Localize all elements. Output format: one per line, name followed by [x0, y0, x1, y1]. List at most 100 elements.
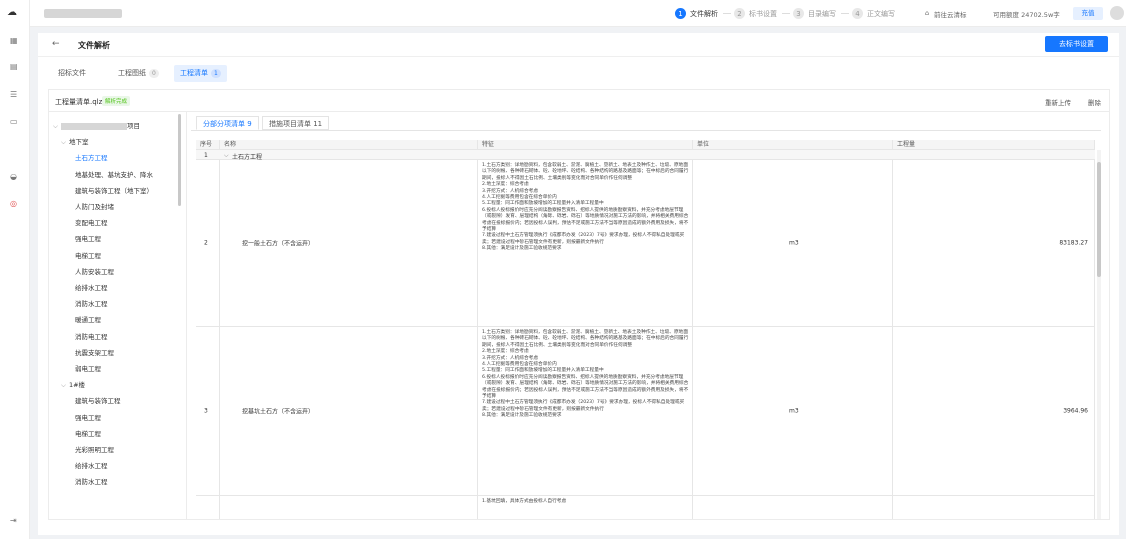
avatar[interactable] [1110, 6, 1124, 20]
step-body-writing[interactable]: 4 正文编写 [852, 8, 895, 19]
tree-item[interactable]: 地基处理、基坑支护、降水 [75, 169, 153, 179]
header-feature: 特征 [478, 140, 693, 150]
table-row[interactable]: 3 挖基坑土石方（不含运弃） 1.土石方类别：详地勘资料，包含软弱土、淤泥、腐植土、… [196, 327, 1095, 496]
cell-name: 挖基坑土石方（不含运弃） [220, 327, 478, 495]
recharge-button[interactable]: 充值 [1073, 7, 1103, 20]
qty-value: 83183.27 [1059, 239, 1088, 247]
tab-measures[interactable]: 措施项目清单 11 [262, 116, 330, 130]
cell-feature: 1.基坑回填，具体方式由投标人自行考虑 [478, 496, 693, 519]
header-unit: 单位 [693, 140, 893, 150]
cloud-link[interactable]: 前往云清标 [934, 9, 967, 19]
cloud-link-icon[interactable]: ⌂ [925, 9, 929, 17]
cell-unit: m3 [693, 327, 893, 495]
tab-tender-file[interactable]: 招标文件 [58, 65, 86, 82]
grid-nav-icon[interactable]: ▦ [10, 36, 18, 45]
step-connector [723, 13, 731, 14]
tree-item-label: 强电工程 [75, 413, 101, 422]
step-connector [841, 13, 849, 14]
tree-item-label: 消防电工程 [75, 332, 108, 341]
chevron-down-icon[interactable]: ⌵ [61, 381, 66, 389]
box-nav-icon[interactable]: ▭ [10, 117, 18, 126]
delete-link[interactable]: 删除 [1088, 97, 1101, 107]
tree-item[interactable]: 暖通工程 [75, 314, 101, 324]
tab-drawings[interactable]: 工程图纸 0 [118, 65, 159, 82]
bag-nav-icon[interactable]: ◒ [10, 172, 17, 181]
go-bid-settings-button[interactable]: 去标书设置 [1045, 36, 1108, 52]
tree-item[interactable]: 建筑与装饰工程 [75, 395, 121, 405]
chevron-down-icon[interactable]: ⌵ [61, 138, 66, 146]
tree-item-label: 强电工程 [75, 235, 101, 244]
tree-item[interactable]: 建筑与装饰工程（地下室） [75, 185, 153, 195]
table-row[interactable]: 1.基坑回填，具体方式由投标人自行考虑 [196, 496, 1095, 519]
document-nav-icon[interactable]: ▤ [10, 62, 18, 71]
tab-bill-of-quantities[interactable]: 工程清单 1 [174, 65, 227, 82]
tree-item[interactable]: 消防电工程 [75, 331, 108, 341]
cell-feature: 1.土石方类别：详地勘资料，包含软弱土、淤泥、腐植土、垦新土、地表土及种作土、垃… [478, 160, 693, 326]
category-tree: ⌵ 项目 ⌵ 地下室土石方工程地基处理、基坑支护、降水 建筑与装饰工程（地下室） 人防门及… [49, 112, 187, 519]
main-panel: ← 文件解析 去标书设置 招标文件 工程图纸 0 工程清单 1 工程量清单.qlz … [38, 33, 1119, 535]
chevron-down-icon[interactable]: ⌵ [224, 152, 229, 160]
tree-item[interactable]: 消防水工程 [75, 476, 108, 486]
tree-item[interactable]: 电梯工程 [75, 250, 101, 260]
tree-item[interactable]: ⌵ 项目 [53, 120, 140, 131]
app-logo-icon[interactable]: ☁ [7, 7, 17, 18]
reupload-link[interactable]: 重新上传 [1045, 97, 1071, 107]
tree-item[interactable]: ⌵ 地下室 [61, 136, 88, 147]
tree-item-label: 抗震支架工程 [75, 348, 114, 357]
tree-item[interactable]: 电梯工程 [75, 428, 101, 438]
tree-item[interactable]: 给排水工程 [75, 460, 108, 470]
chevron-down-icon[interactable]: ⌵ [53, 122, 58, 130]
scrollbar-thumb[interactable] [1097, 162, 1101, 277]
tree-item-label: 光彩照明工程 [75, 446, 114, 454]
expand-nav-icon[interactable]: ⇥ [10, 516, 17, 525]
table-scrollbar[interactable] [1097, 150, 1101, 519]
tree-item[interactable]: 光彩照明工程 [75, 444, 114, 454]
tree-item-label: 地基处理、基坑支护、降水 [75, 170, 153, 179]
alert-nav-icon[interactable]: ◎ [10, 199, 17, 208]
step-file-parse[interactable]: 1 文件解析 [675, 8, 718, 19]
tree-item[interactable]: 变配电工程 [75, 217, 108, 227]
file-bar: 工程量清单.qlz 解析完成 重新上传 删除 [48, 89, 1110, 111]
step-outline-writing[interactable]: 3 目录编写 [793, 8, 836, 19]
tree-scrollbar[interactable] [178, 114, 181, 206]
tree-item[interactable]: 给排水工程 [75, 282, 108, 292]
tree-item[interactable]: 强电工程 [75, 233, 101, 243]
status-badge: 解析完成 [102, 96, 131, 106]
tree-item[interactable]: 抗震支架工程 [75, 347, 114, 357]
group-row[interactable]: 1 ⌵ 土石方工程 [196, 150, 1095, 161]
table-panel: 分部分项清单 9 措施项目清单 11 序号 名称 特征 单位 工程量 1 ⌵ 土… [191, 112, 1109, 519]
tree-item-label: 建筑与装饰工程 [75, 397, 121, 406]
back-arrow-icon[interactable]: ← [52, 39, 60, 49]
project-name-blurred [60, 122, 127, 130]
tree-item[interactable]: ⌵ 1#楼 [61, 379, 85, 390]
no-value: 3 [204, 407, 208, 415]
unit-value: m3 [789, 407, 799, 415]
balance-text: 可用额度 24702.5w字 [993, 11, 1060, 19]
list-nav-icon[interactable]: ☰ [10, 90, 17, 99]
tree-item[interactable]: 消防水工程 [75, 298, 108, 308]
tree-item-label: 人防安装工程 [75, 267, 114, 276]
tree-item[interactable]: 弱电工程 [75, 363, 101, 373]
tree-item[interactable]: 强电工程 [75, 412, 101, 422]
feature-text: 1.土石方类别：详地勘资料，包含软弱土、淤泥、腐植土、垦新土、地表土及种作土、垃… [482, 330, 689, 419]
tab-sub-items[interactable]: 分部分项清单 9 [196, 116, 259, 130]
tree-item-label: 项目 [126, 122, 140, 130]
tree-item-label: 电梯工程 [75, 429, 101, 438]
step-bid-settings[interactable]: 2 标书设置 [734, 8, 777, 19]
tree-item-label: 建筑与装饰工程（地下室） [75, 186, 153, 195]
cell-qty: 3964.96 [893, 327, 1095, 495]
table-row[interactable]: 2 挖一般土石方（不含运弃） 1.土石方类别：详地勘资料，包含软弱土、淤泥、腐植土、… [196, 160, 1095, 327]
page-title: 文件解析 [78, 41, 110, 50]
bill-table: 序号 名称 特征 单位 工程量 1 ⌵ 土石方工程 2 挖一般土石方（不含运弃） 1… [196, 140, 1101, 519]
tree-item[interactable]: 土石方工程 [75, 152, 108, 162]
project-name-blurred [44, 9, 122, 18]
tree-item[interactable]: 人防安装工程 [75, 266, 114, 276]
cell-no: 2 [196, 160, 220, 326]
tree-item-label: 1#楼 [68, 381, 86, 390]
tree-item-label: 给排水工程 [75, 284, 108, 292]
cell-name [220, 496, 478, 519]
tabs-divider [191, 130, 1101, 131]
tree-item[interactable]: 人防门及封堵 [75, 201, 114, 211]
page-header: ← 文件解析 去标书设置 [38, 33, 1119, 57]
tree-item-label: 弱电工程 [75, 365, 101, 373]
